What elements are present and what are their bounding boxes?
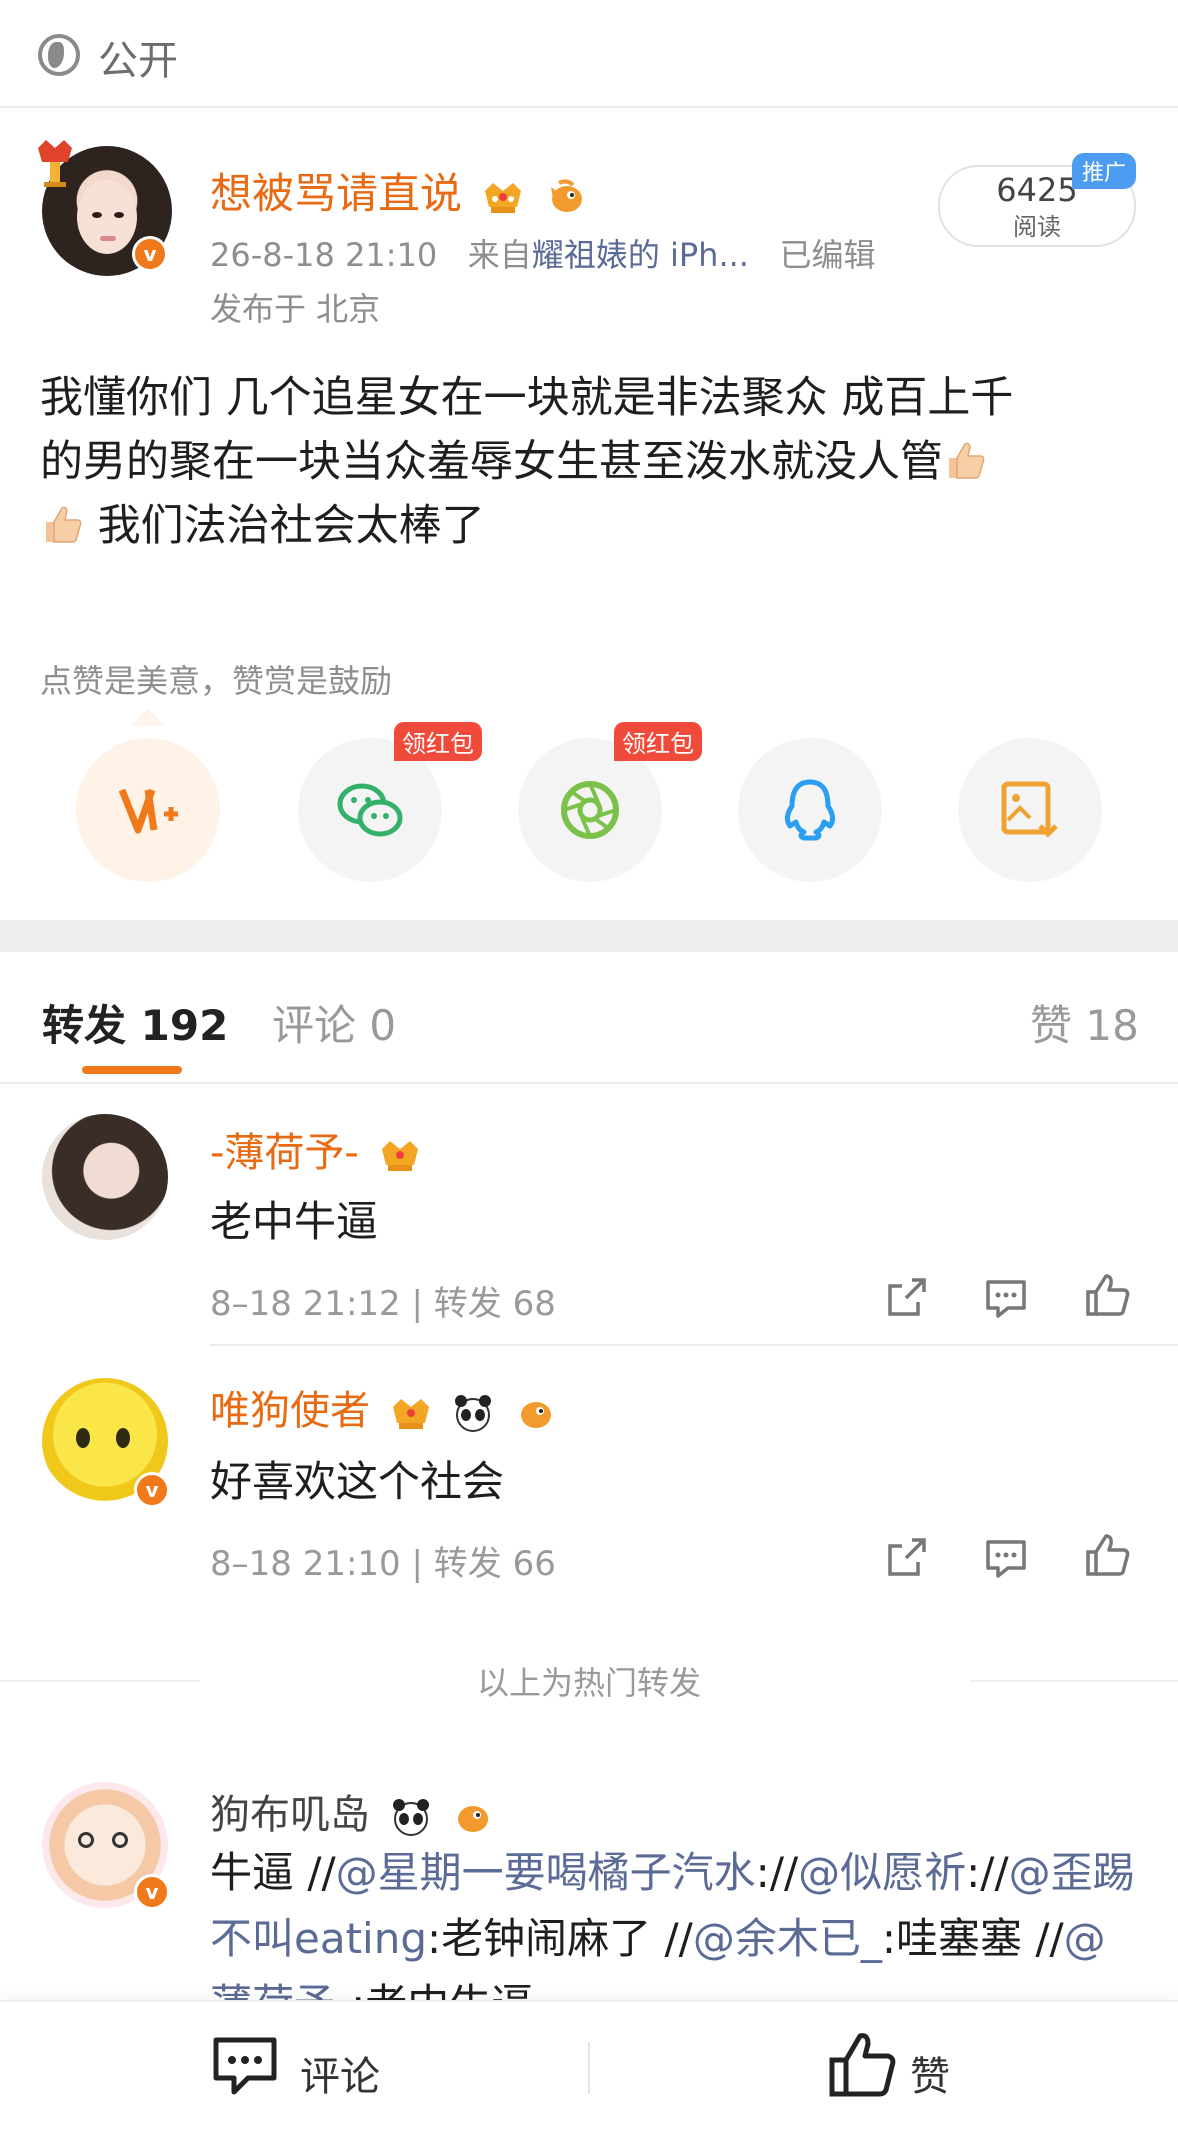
panda-badge-icon <box>392 1799 429 1836</box>
comment-button-label[interactable]: 评论 <box>300 2044 380 2102</box>
bottom-divider <box>588 2042 590 2094</box>
mention-link[interactable]: @余木已_ <box>693 1914 882 1963</box>
repost-chain-part: :// <box>966 1848 1009 1897</box>
bottom-action-bar: 评论 赞 <box>0 2000 1178 2130</box>
like-button-label[interactable]: 赞 <box>910 2044 950 2102</box>
fish-badge-icon <box>458 1806 489 1832</box>
repost-chain-part: :哇塞塞 // <box>881 1914 1064 1963</box>
repost-chain-part: :老钟闹麻了 // <box>427 1914 693 1963</box>
mention-link[interactable]: @星期一要喝橘子汽水 <box>336 1848 756 1897</box>
verified-icon: v <box>134 1874 170 1910</box>
like-icon[interactable] <box>828 2030 898 2100</box>
repost-user-name[interactable]: 狗布叽岛 <box>210 1792 370 1838</box>
mention-link[interactable]: @似愿祈 <box>798 1848 966 1897</box>
repost-chain-part: :// <box>755 1848 799 1897</box>
repost-chain-part: 牛逼 // <box>210 1848 336 1897</box>
repost-item: v 狗布叽岛 牛逼 //@星期一要喝橘子汽水://@似愿祈://@歪踢不叫eat… <box>0 0 1178 2029</box>
comment-icon[interactable] <box>212 2034 278 2098</box>
repost-user-row[interactable]: 狗布叽岛 <box>210 1782 495 1840</box>
